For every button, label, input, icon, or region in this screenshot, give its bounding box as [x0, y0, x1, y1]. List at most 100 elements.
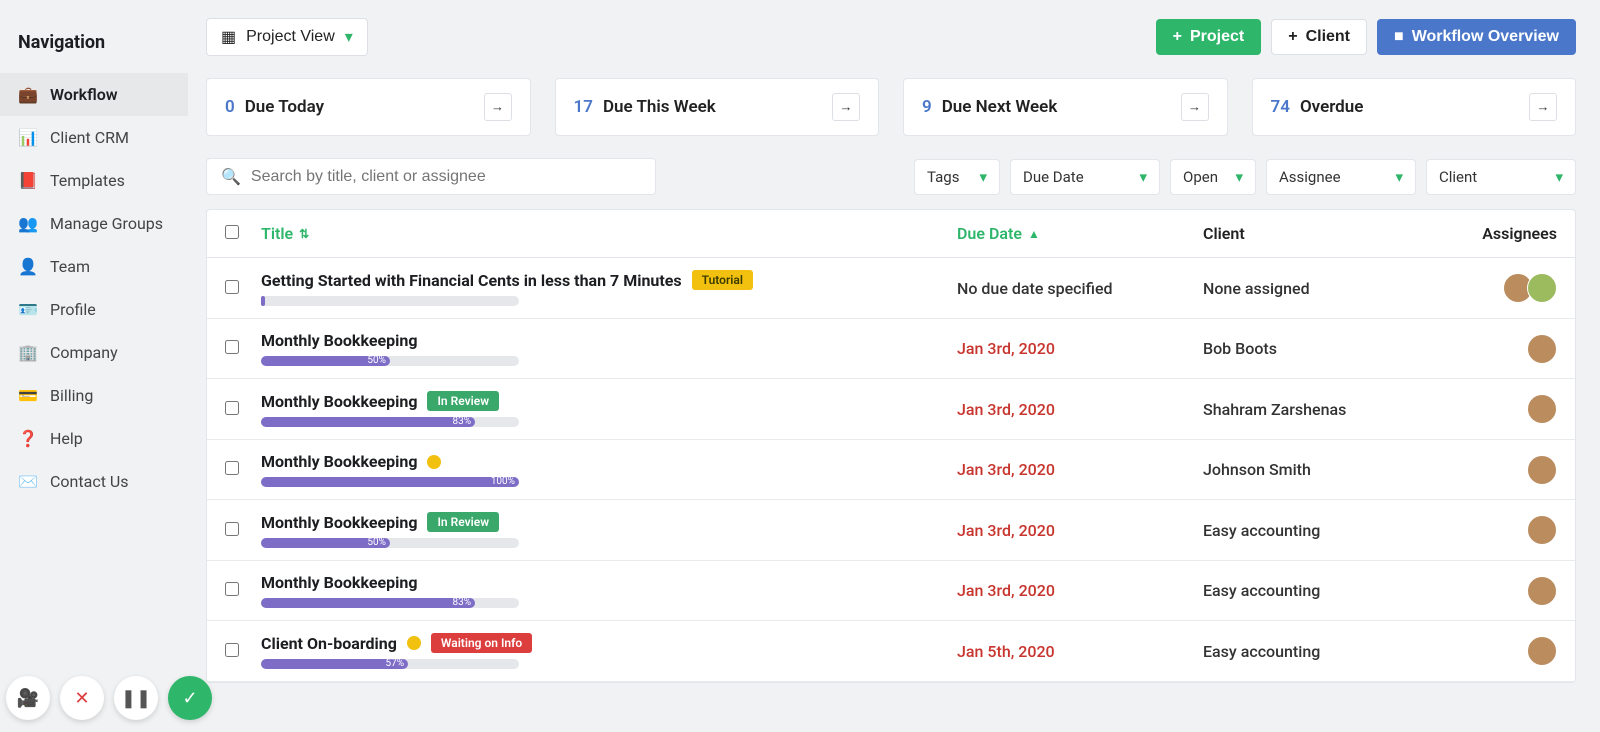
client-name: Bob Boots	[1203, 339, 1277, 358]
avatar[interactable]	[1527, 515, 1557, 545]
table-row[interactable]: Monthly Bookkeeping100%Jan 3rd, 2020John…	[207, 440, 1575, 500]
add-project-label: Project	[1190, 28, 1244, 46]
summary-count: 9	[922, 97, 932, 117]
progress-bar: 57%	[261, 659, 519, 669]
id-card-icon: 🪪	[18, 300, 36, 319]
recording-controls: 🎥 ✕ ❚❚ ✓	[6, 676, 212, 720]
cancel-recording-button[interactable]: ✕	[60, 676, 104, 720]
row-checkbox[interactable]	[225, 280, 239, 294]
filter-assignee[interactable]: Assignee ▾	[1266, 159, 1416, 195]
sidebar-item-label: Help	[50, 429, 83, 448]
column-due-label: Due Date	[957, 224, 1022, 243]
sidebar-item-company[interactable]: 🏢Company	[0, 331, 188, 374]
sidebar-item-workflow[interactable]: 💼Workflow	[0, 73, 188, 116]
confirm-recording-button[interactable]: ✓	[168, 676, 212, 720]
filter-tags[interactable]: Tags ▾	[914, 159, 1000, 195]
sidebar-item-templates[interactable]: 📕Templates	[0, 159, 188, 202]
search-input[interactable]	[251, 168, 641, 186]
chevron-down-icon: ▾	[1395, 168, 1403, 186]
sidebar-item-client-crm[interactable]: 📊Client CRM	[0, 116, 188, 159]
project-view-label: Project View	[246, 28, 335, 46]
table-row[interactable]: Monthly Bookkeeping50%Jan 3rd, 2020Bob B…	[207, 319, 1575, 379]
dashboard-icon: 📊	[18, 128, 36, 147]
sidebar-item-team[interactable]: 👤Team	[0, 245, 188, 288]
summary-label: Due Today	[245, 97, 324, 117]
row-checkbox[interactable]	[225, 461, 239, 475]
table-row[interactable]: Monthly BookkeepingIn Review83%Jan 3rd, …	[207, 379, 1575, 440]
top-bar: ▦ Project View ▾ + Project + Client ■ Wo…	[206, 18, 1576, 56]
summary-card-due-today[interactable]: 0 Due Today →	[206, 78, 531, 136]
progress-fill	[261, 296, 265, 306]
avatar[interactable]	[1527, 455, 1557, 485]
due-date: Jan 3rd, 2020	[957, 400, 1055, 419]
filter-label: Open	[1183, 168, 1218, 186]
row-checkbox[interactable]	[225, 522, 239, 536]
table-row[interactable]: Monthly Bookkeeping83%Jan 3rd, 2020Easy …	[207, 561, 1575, 621]
due-date: Jan 3rd, 2020	[957, 581, 1055, 600]
project-title: Monthly Bookkeeping	[261, 513, 417, 532]
plus-icon: +	[1173, 28, 1182, 46]
column-header-title[interactable]: Title ⇅	[261, 224, 957, 243]
summary-card-overdue[interactable]: 74 Overdue →	[1252, 78, 1577, 136]
record-button[interactable]: 🎥	[6, 676, 50, 720]
project-view-dropdown[interactable]: ▦ Project View ▾	[206, 18, 368, 56]
filter-due-date[interactable]: Due Date ▾	[1010, 159, 1160, 195]
due-date: No due date specified	[957, 279, 1113, 298]
summary-card-due-this-week[interactable]: 17 Due This Week →	[555, 78, 880, 136]
sidebar-item-manage-groups[interactable]: 👥Manage Groups	[0, 202, 188, 245]
sort-asc-icon: ▲	[1028, 227, 1040, 241]
arrow-right-icon[interactable]: →	[484, 93, 512, 121]
avatar[interactable]	[1527, 576, 1557, 606]
row-checkbox[interactable]	[225, 582, 239, 596]
progress-bar: 100%	[261, 477, 519, 487]
pause-recording-button[interactable]: ❚❚	[114, 676, 158, 720]
sidebar-item-label: Team	[50, 257, 90, 276]
table-row[interactable]: Client On-boardingWaiting on Info57%Jan …	[207, 621, 1575, 682]
avatar[interactable]	[1527, 334, 1557, 364]
summary-card-due-next-week[interactable]: 9 Due Next Week →	[903, 78, 1228, 136]
avatar[interactable]	[1527, 394, 1557, 424]
table-header: Title ⇅ Due Date ▲ Client Assignees	[207, 210, 1575, 258]
chevron-down-icon: ▾	[979, 168, 987, 186]
add-client-label: Client	[1306, 28, 1350, 46]
chevron-down-icon: ▾	[1235, 168, 1243, 186]
search-box[interactable]: 🔍	[206, 158, 656, 195]
table-row[interactable]: Getting Started with Financial Cents in …	[207, 258, 1575, 319]
avatar[interactable]	[1527, 636, 1557, 666]
filter-status[interactable]: Open ▾	[1170, 159, 1256, 195]
add-client-button[interactable]: + Client	[1271, 19, 1367, 55]
plus-icon: +	[1288, 28, 1297, 46]
video-icon: 🎥	[17, 688, 39, 709]
row-checkbox[interactable]	[225, 401, 239, 415]
summary-label: Overdue	[1300, 97, 1363, 117]
chevron-down-icon: ▾	[345, 27, 353, 47]
arrow-right-icon[interactable]: →	[1529, 93, 1557, 121]
table-row[interactable]: Monthly BookkeepingIn Review50%Jan 3rd, …	[207, 500, 1575, 561]
progress-bar: 83%	[261, 598, 519, 608]
arrow-right-icon[interactable]: →	[832, 93, 860, 121]
sidebar-item-help[interactable]: ❓Help	[0, 417, 188, 460]
sidebar-item-profile[interactable]: 🪪Profile	[0, 288, 188, 331]
progress-bar: 83%	[261, 417, 519, 427]
arrow-right-icon[interactable]: →	[1181, 93, 1209, 121]
grid-icon: ▦	[221, 27, 236, 47]
sidebar-title: Navigation	[0, 24, 188, 73]
project-title: Monthly Bookkeeping	[261, 452, 417, 471]
filter-label: Tags	[927, 168, 959, 186]
sidebar-item-contact-us[interactable]: ✉️Contact Us	[0, 460, 188, 503]
progress-fill: 50%	[261, 356, 390, 366]
main-content: ▦ Project View ▾ + Project + Client ■ Wo…	[188, 0, 1600, 732]
sidebar-item-label: Billing	[50, 386, 93, 405]
sidebar-item-billing[interactable]: 💳Billing	[0, 374, 188, 417]
progress-bar: 50%	[261, 538, 519, 548]
row-checkbox[interactable]	[225, 643, 239, 657]
filter-client[interactable]: Client ▾	[1426, 159, 1576, 195]
row-checkbox[interactable]	[225, 340, 239, 354]
column-header-due-date[interactable]: Due Date ▲	[957, 224, 1203, 243]
avatar[interactable]	[1527, 273, 1557, 303]
progress-fill: 50%	[261, 538, 390, 548]
workflow-overview-button[interactable]: ■ Workflow Overview	[1377, 19, 1576, 55]
select-all-checkbox[interactable]	[225, 225, 239, 239]
add-project-button[interactable]: + Project	[1156, 19, 1262, 55]
users-icon: 👥	[18, 214, 36, 233]
